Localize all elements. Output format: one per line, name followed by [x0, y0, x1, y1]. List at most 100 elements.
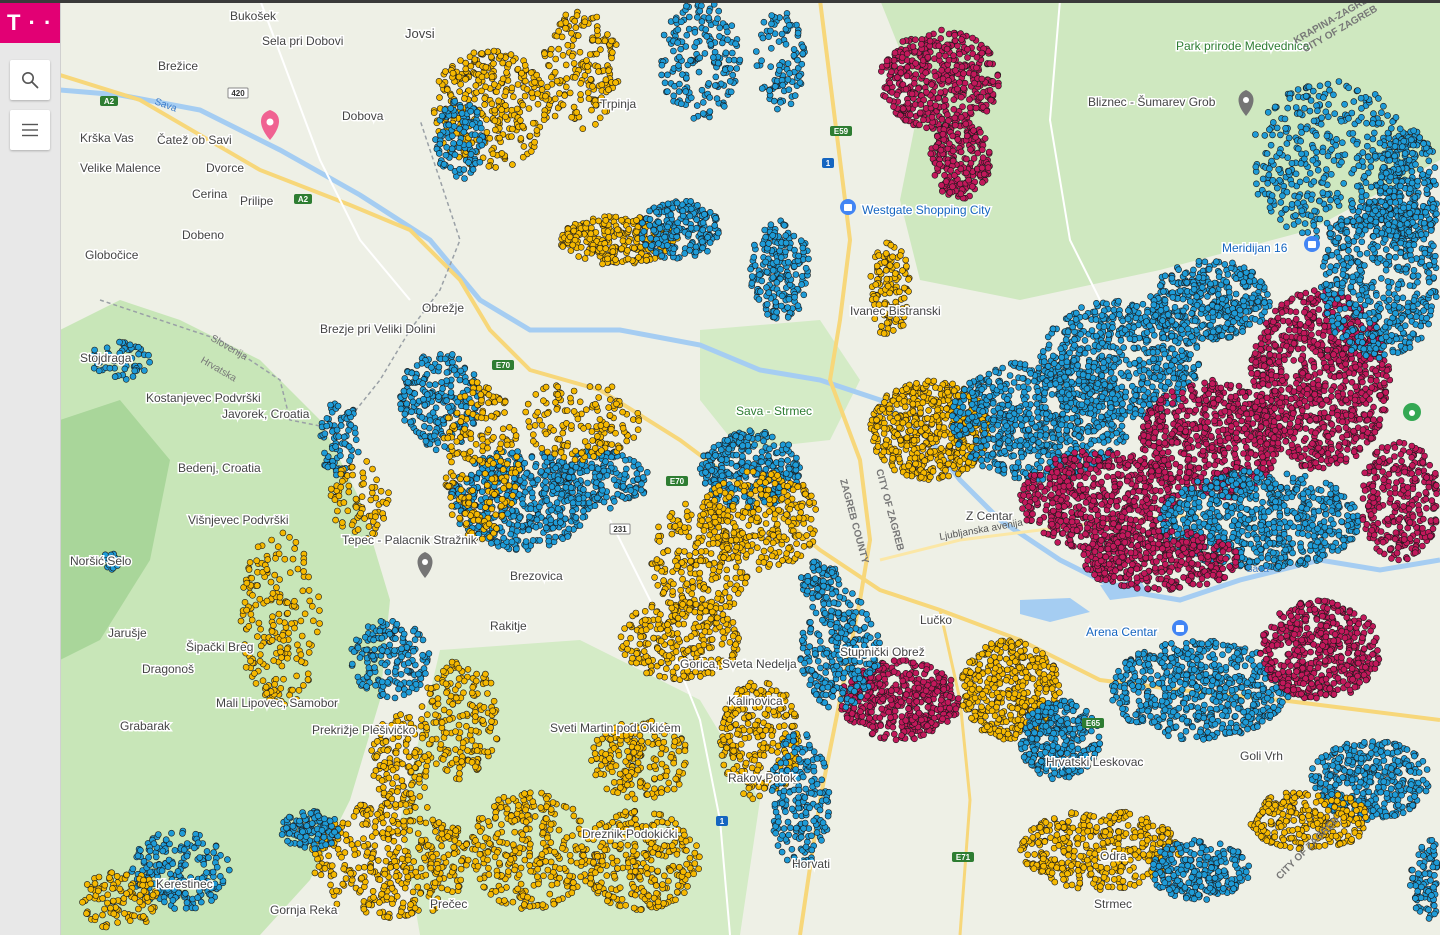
- coverage-point: [579, 125, 587, 132]
- coverage-point: [973, 64, 980, 72]
- coverage-point: [972, 133, 979, 141]
- coverage-point: [461, 425, 469, 433]
- coverage-point: [760, 437, 767, 445]
- coverage-point: [932, 72, 939, 80]
- coverage-point: [760, 547, 768, 555]
- coverage-point: [658, 71, 665, 79]
- coverage-point: [444, 414, 452, 422]
- telekom-logo[interactable]: T · ·: [0, 3, 60, 43]
- coverage-point: [664, 547, 672, 555]
- coverage-point: [528, 489, 536, 497]
- coverage-point: [726, 580, 734, 588]
- coverage-point: [695, 68, 703, 76]
- coverage-point: [576, 48, 584, 56]
- coverage-point: [519, 122, 527, 130]
- coverage-point: [927, 150, 935, 158]
- coverage-point: [787, 100, 795, 108]
- menu-button[interactable]: [10, 110, 50, 150]
- coverage-point: [692, 549, 699, 556]
- coverage-point: [892, 387, 900, 395]
- coverage-point: [979, 179, 986, 186]
- coverage-point: [769, 531, 777, 539]
- coverage-point: [758, 57, 765, 65]
- coverage-point: [574, 415, 582, 423]
- coverage-point: [699, 219, 707, 226]
- coverage-point: [662, 665, 670, 673]
- coverage-point: [937, 146, 945, 154]
- coverage-point: [725, 56, 733, 64]
- coverage-point: [646, 207, 653, 215]
- coverage-point: [430, 109, 438, 116]
- coverage-point: [471, 501, 478, 509]
- coverage-point: [754, 435, 762, 442]
- coverage-point: [448, 511, 456, 519]
- coverage-point: [465, 159, 472, 166]
- coverage-point: [775, 38, 783, 45]
- coverage-point: [945, 449, 953, 456]
- coverage-point: [462, 59, 470, 67]
- coverage-point: [652, 249, 660, 256]
- coverage-point: [540, 397, 547, 405]
- coverage-point: [536, 537, 544, 544]
- search-icon: [22, 72, 39, 89]
- coverage-point: [519, 153, 527, 161]
- coverage-point: [785, 295, 793, 303]
- coverage-point: [674, 26, 682, 34]
- coverage-point: [696, 54, 704, 62]
- coverage-point: [683, 580, 691, 588]
- coverage-point: [418, 413, 426, 421]
- coverage-point: [584, 63, 591, 70]
- coverage-point: [572, 514, 580, 521]
- coverage-point: [700, 510, 707, 518]
- coverage-point: [705, 8, 713, 15]
- coverage-point: [627, 634, 634, 642]
- coverage-point: [784, 76, 792, 83]
- coverage-point: [951, 121, 959, 129]
- coverage-point: [689, 578, 696, 585]
- coverage-point: [472, 440, 480, 448]
- coverage-point: [756, 271, 763, 279]
- coverage-point: [750, 253, 758, 261]
- search-button[interactable]: [10, 60, 50, 100]
- coverage-point: [899, 105, 907, 112]
- coverage-point: [887, 68, 895, 76]
- coverage-point: [526, 132, 534, 140]
- coverage-point: [779, 557, 786, 564]
- coverage-point: [426, 381, 433, 389]
- coverage-point: [909, 408, 917, 415]
- coverage-point: [521, 92, 529, 100]
- coverage-point: [697, 557, 704, 565]
- coverage-point: [499, 59, 507, 67]
- coverage-point: [700, 641, 708, 649]
- coverage-point: [596, 472, 604, 480]
- coverage-point: [698, 238, 706, 245]
- map-canvas[interactable]: A2 420 A2 E59 1 E70 E70 231 E65 E71 1 Bu…: [60, 0, 1440, 935]
- coverage-point: [685, 230, 692, 238]
- coverage-point: [554, 485, 562, 492]
- coverage-point: [608, 49, 616, 56]
- coverage-point: [709, 54, 717, 61]
- coverage-point: [771, 83, 779, 90]
- coverage-point: [428, 364, 435, 371]
- coverage-point: [550, 427, 558, 434]
- coverage-point: [650, 634, 657, 642]
- coverage-point: [545, 537, 553, 545]
- coverage-point: [483, 116, 490, 123]
- coverage-point: [587, 76, 595, 83]
- coverage-point: [736, 569, 744, 576]
- coverage-point: [950, 387, 958, 395]
- coverage-point: [448, 502, 456, 510]
- coverage-point: [745, 447, 752, 455]
- coverage-point: [805, 255, 812, 263]
- coverage-point: [407, 418, 414, 426]
- coverage-point: [481, 95, 489, 102]
- coverage-point: [807, 492, 815, 500]
- coverage-point: [715, 508, 723, 516]
- coverage-point: [490, 47, 498, 55]
- coverage-point: [449, 472, 457, 480]
- coverage-point: [633, 659, 640, 667]
- coverage-point: [664, 71, 671, 79]
- top-strip: [0, 0, 1440, 3]
- coverage-point: [790, 232, 798, 240]
- coverage-point: [674, 219, 682, 226]
